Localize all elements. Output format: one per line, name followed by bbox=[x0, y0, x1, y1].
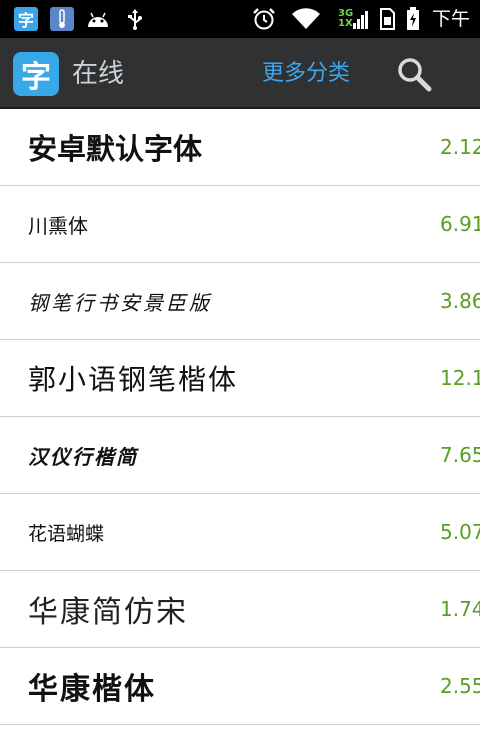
search-button[interactable] bbox=[392, 52, 436, 96]
font-list-item[interactable]: 汉仪行楷简 7.65 bbox=[0, 417, 480, 494]
font-name: 华康简仿宋 bbox=[28, 595, 188, 630]
app-logo[interactable]: 字 bbox=[13, 52, 59, 96]
font-file-size: 2.55 bbox=[440, 674, 480, 698]
font-file-size: 2.12 bbox=[440, 135, 480, 159]
font-list-item[interactable]: 华康楷体 2.55 bbox=[0, 648, 480, 725]
font-list-item[interactable]: 钢笔行书安景臣版 3.86 bbox=[0, 263, 480, 340]
font-list-item[interactable]: 川熏体 6.91 bbox=[0, 186, 480, 263]
font-list: 安卓默认字体 2.12 川熏体 6.91 钢笔行书安景臣版 3.86 郭小语钢笔… bbox=[0, 109, 480, 745]
sim-card-icon bbox=[378, 7, 396, 31]
status-time: 下午 bbox=[432, 8, 471, 30]
font-name: 华康楷体 bbox=[28, 672, 156, 707]
font-name: 花语蝴蝶 bbox=[28, 523, 105, 545]
font-name: 川熏体 bbox=[28, 215, 88, 238]
font-file-size: 12.1 bbox=[440, 366, 480, 390]
network-type-sub-label: 1X bbox=[338, 18, 353, 29]
search-icon bbox=[398, 58, 432, 92]
font-list-item[interactable]: 郭小语钢笔楷体 12.1 bbox=[0, 340, 480, 417]
app-notification-icon: 字 bbox=[14, 7, 38, 31]
font-file-size: 6.91 bbox=[440, 212, 480, 236]
signal-strength-icon bbox=[352, 7, 370, 31]
alarm-icon bbox=[250, 7, 278, 31]
font-file-size: 7.65 bbox=[440, 443, 480, 467]
android-debug-icon bbox=[84, 7, 112, 31]
font-name: 郭小语钢笔楷体 bbox=[28, 363, 239, 396]
font-file-size: 5.07 bbox=[440, 520, 480, 544]
wifi-icon bbox=[290, 7, 322, 31]
font-name: 汉仪行楷简 bbox=[28, 444, 138, 469]
font-name: 钢笔行书安景臣版 bbox=[28, 290, 212, 315]
action-bar: 字 在线 更多分类 bbox=[0, 38, 480, 109]
font-file-size: 3.86 bbox=[440, 289, 480, 313]
font-name: 安卓默认字体 bbox=[28, 132, 203, 166]
usb-icon bbox=[124, 7, 146, 31]
status-bar: 字 3G 1X 下午 bbox=[0, 0, 480, 38]
font-list-item[interactable]: 安卓默认字体 2.12 bbox=[0, 109, 480, 186]
thermometer-icon bbox=[50, 7, 74, 31]
battery-charging-icon bbox=[404, 7, 422, 31]
more-categories-button[interactable]: 更多分类 bbox=[262, 54, 350, 94]
font-list-item[interactable]: 花语蝴蝶 5.07 bbox=[0, 494, 480, 571]
font-list-item[interactable]: 华康简仿宋 1.74 bbox=[0, 571, 480, 648]
page-title: 在线 bbox=[72, 59, 125, 89]
font-file-size: 1.74 bbox=[440, 597, 480, 621]
